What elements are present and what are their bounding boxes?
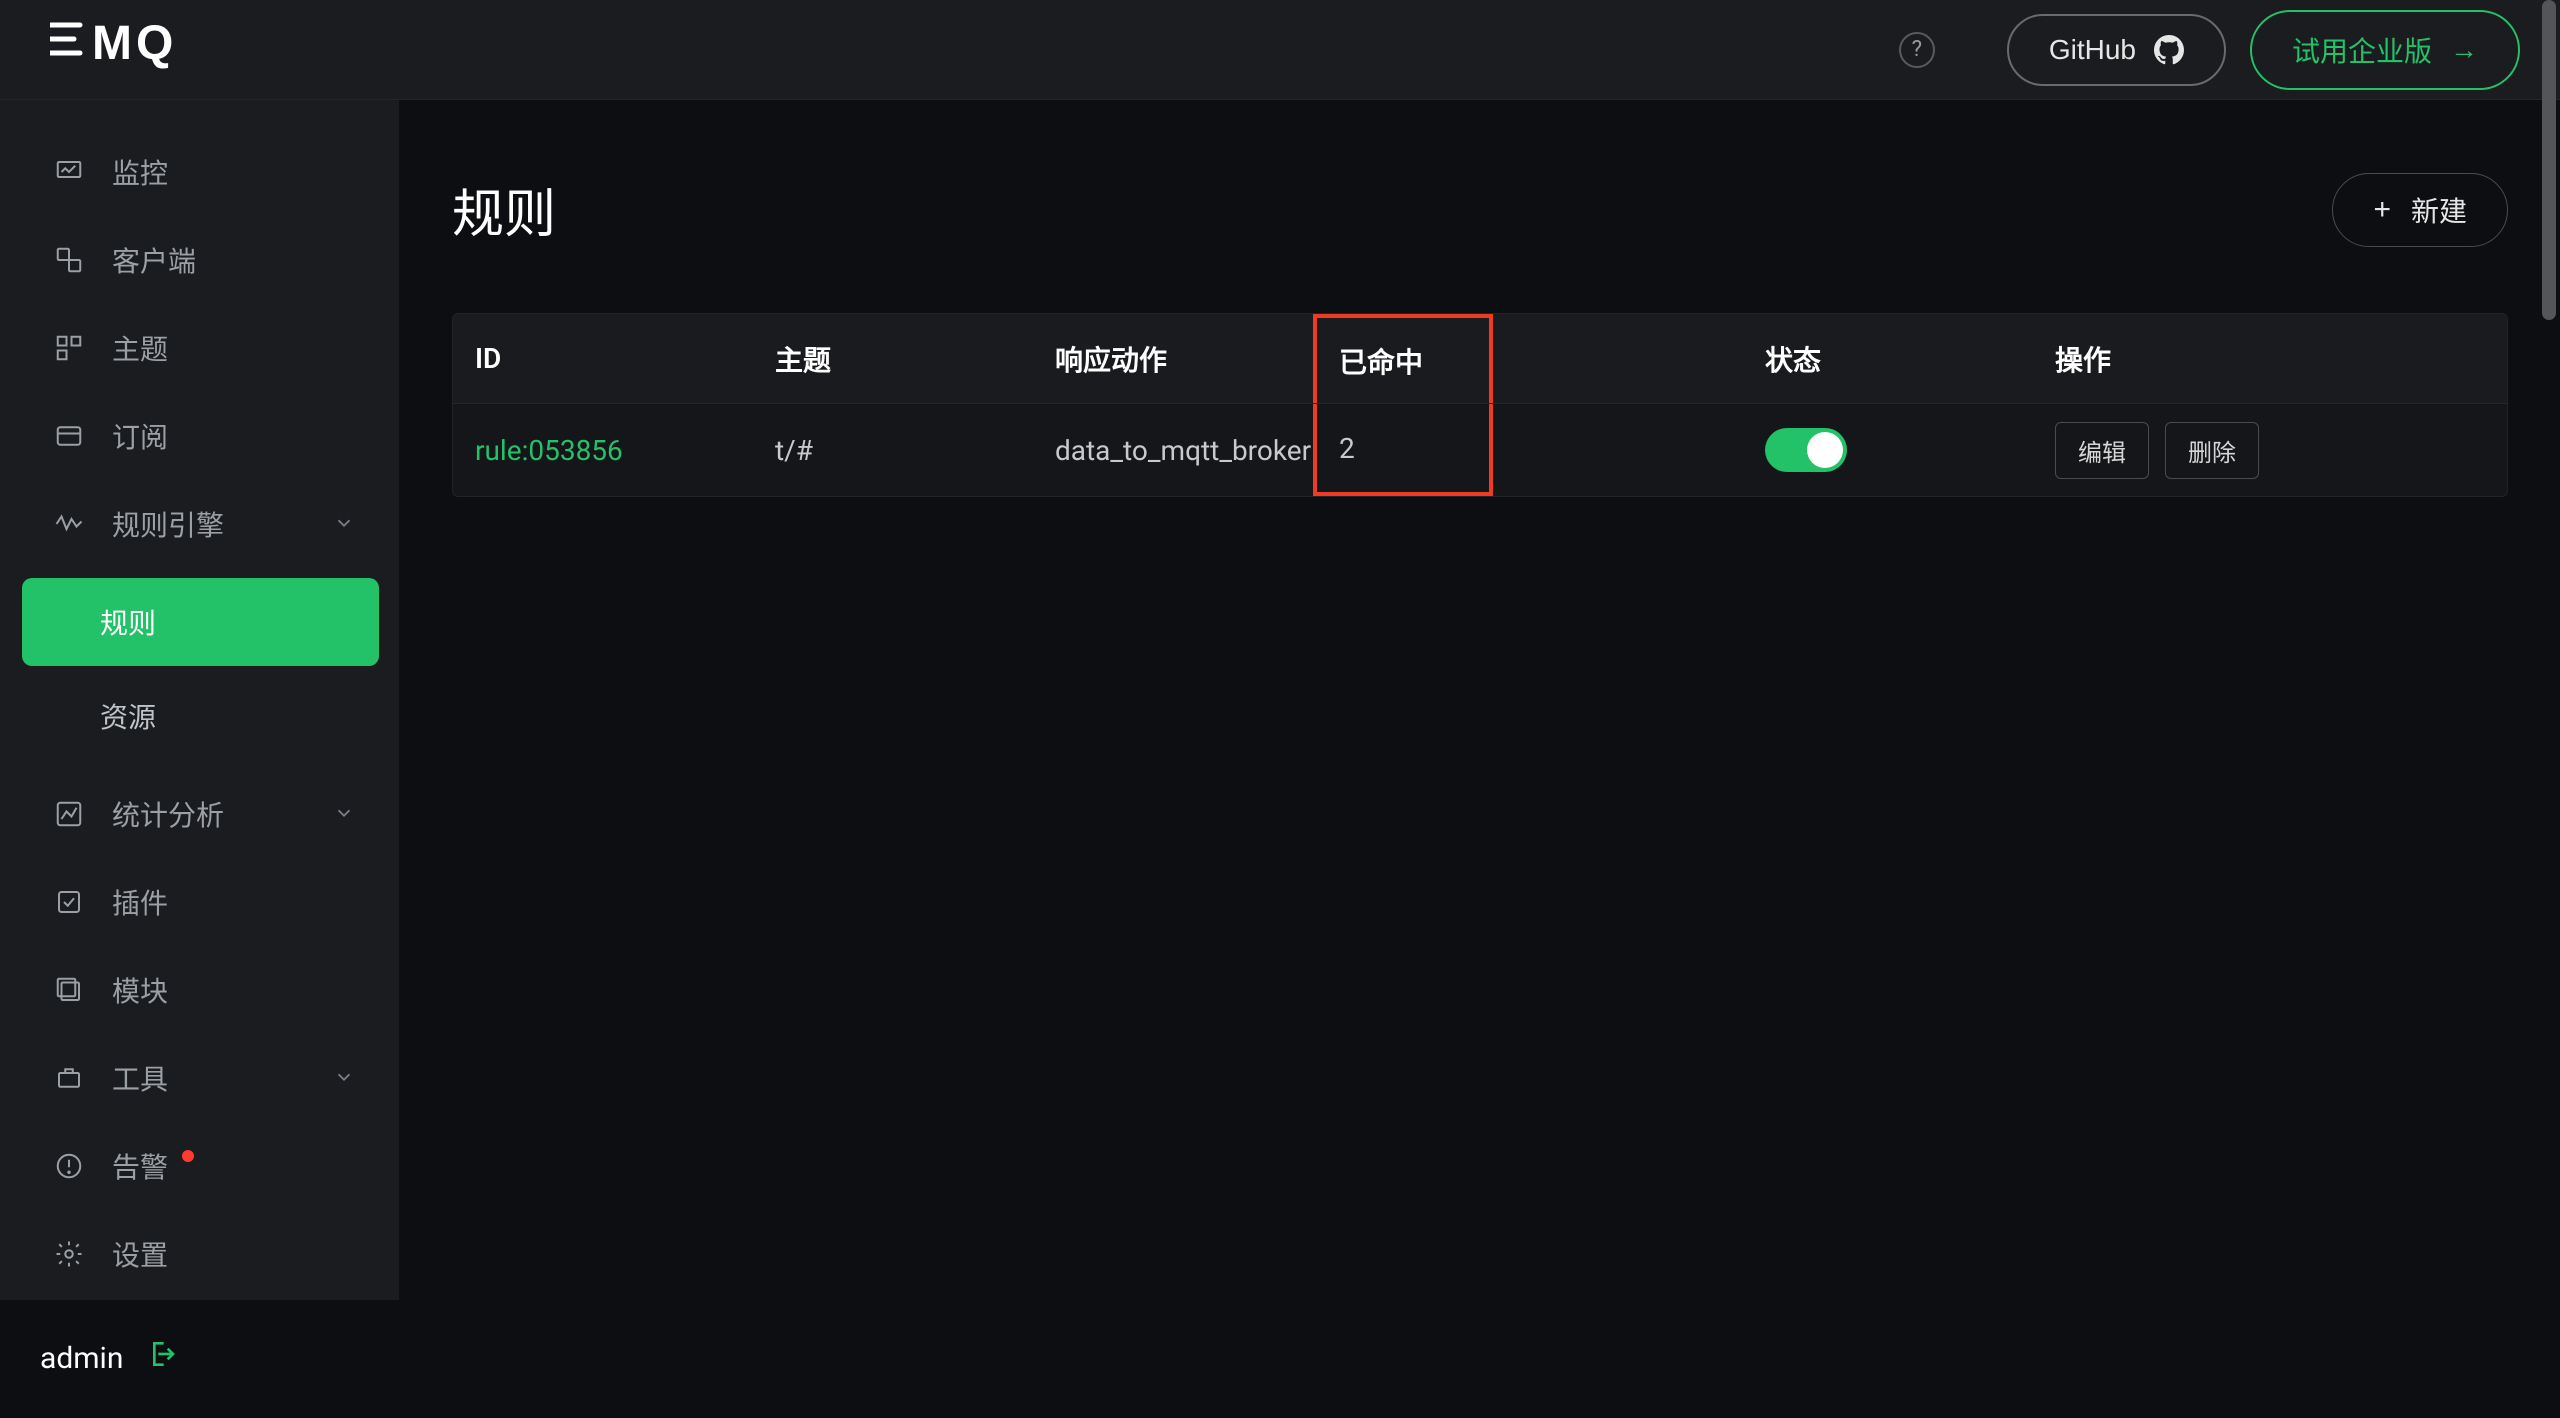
sidebar-item-settings[interactable]: 设置 xyxy=(0,1210,399,1298)
chevron-up-icon xyxy=(333,508,355,541)
edit-button[interactable]: 编辑 xyxy=(2055,422,2149,479)
plus-icon: + xyxy=(2373,195,2391,225)
rule-topic: t/# xyxy=(753,434,1033,467)
rule-hits: 2 xyxy=(1313,404,1493,496)
col-id: ID xyxy=(453,342,753,375)
sidebar-item-monitor[interactable]: 监控 xyxy=(0,128,399,216)
sidebar-item-topics[interactable]: 主题 xyxy=(0,304,399,392)
arrow-right-icon: → xyxy=(2450,34,2478,66)
topics-icon xyxy=(52,331,86,365)
sidebar-item-modules[interactable]: 模块 xyxy=(0,946,399,1034)
sidebar-item-label: 模块 xyxy=(112,970,168,1010)
sidebar-item-label: 插件 xyxy=(112,882,168,922)
col-action: 响应动作 xyxy=(1033,339,1313,379)
trial-label: 试用企业版 xyxy=(2292,30,2432,70)
sidebar-item-label: 客户端 xyxy=(112,240,196,280)
modules-icon xyxy=(52,973,86,1007)
sidebar-subitem-label: 资源 xyxy=(100,696,156,736)
rule-engine-subnav: 规则 资源 xyxy=(0,568,399,770)
sidebar-item-label: 规则引擎 xyxy=(112,504,224,544)
delete-button[interactable]: 删除 xyxy=(2165,422,2259,479)
sidebar-item-label: 订阅 xyxy=(112,416,168,456)
sidebar-item-tools[interactable]: 工具 xyxy=(0,1034,399,1122)
sidebar-item-label: 监控 xyxy=(112,152,168,192)
analytics-icon xyxy=(52,797,86,831)
create-label: 新建 xyxy=(2411,190,2467,230)
row-actions: 编辑 删除 xyxy=(2033,422,2507,479)
sidebar: 监控 客户端 主题 订阅 规则引擎 规则 xyxy=(0,100,400,1300)
sidebar-footer: admin xyxy=(0,1298,399,1418)
monitor-icon xyxy=(52,155,86,189)
sidebar-subitem-rule[interactable]: 规则 xyxy=(22,578,379,666)
sidebar-item-rule-engine[interactable]: 规则引擎 xyxy=(0,480,399,568)
github-label: GitHub xyxy=(2049,34,2136,66)
content: 规则 + 新建 ID 主题 响应动作 已命中 状态 操作 rule:0538 xyxy=(400,100,2560,1300)
tools-icon xyxy=(52,1061,86,1095)
sidebar-item-label: 工具 xyxy=(112,1058,168,1098)
sidebar-item-clients[interactable]: 客户端 xyxy=(0,216,399,304)
sidebar-item-label: 告警 xyxy=(112,1146,168,1186)
help-icon[interactable]: ? xyxy=(1899,32,1935,68)
vertical-scrollbar[interactable] xyxy=(2540,0,2558,1268)
col-hits: 已命中 xyxy=(1313,314,1493,403)
current-user: admin xyxy=(40,1341,123,1376)
col-ops: 操作 xyxy=(2033,339,2507,379)
create-button[interactable]: + 新建 xyxy=(2332,173,2508,247)
rule-engine-icon xyxy=(52,507,86,541)
gear-icon xyxy=(52,1237,86,1271)
table-row: rule:053856 t/# data_to_mqtt_broker 2 编辑… xyxy=(453,404,2507,496)
topbar: MQ ? GitHub 试用企业版 → xyxy=(0,0,2560,100)
github-button[interactable]: GitHub xyxy=(2007,14,2226,86)
plugins-icon xyxy=(52,885,86,919)
sidebar-item-analytics[interactable]: 统计分析 xyxy=(0,770,399,858)
sidebar-item-label: 统计分析 xyxy=(112,794,224,834)
rules-table: ID 主题 响应动作 已命中 状态 操作 rule:053856 t/# dat… xyxy=(452,313,2508,497)
table-header: ID 主题 响应动作 已命中 状态 操作 xyxy=(453,314,2507,404)
toggle-knob xyxy=(1807,432,1843,468)
trial-enterprise-button[interactable]: 试用企业版 → xyxy=(2250,10,2520,90)
scrollbar-thumb[interactable] xyxy=(2542,0,2556,320)
rule-action: data_to_mqtt_broker xyxy=(1033,434,1313,467)
sidebar-item-alerts[interactable]: 告警 xyxy=(0,1122,399,1210)
clients-icon xyxy=(52,243,86,277)
rule-id-link[interactable]: rule:053856 xyxy=(475,434,623,467)
chevron-down-icon xyxy=(333,1062,355,1095)
subscriptions-icon xyxy=(52,419,86,453)
alerts-icon xyxy=(52,1149,86,1183)
sidebar-subitem-resource[interactable]: 资源 xyxy=(22,672,379,760)
alert-badge-dot xyxy=(182,1150,194,1162)
page-header: 规则 + 新建 xyxy=(452,172,2508,247)
github-icon xyxy=(2154,35,2184,65)
sidebar-subitem-label: 规则 xyxy=(100,602,156,642)
sidebar-item-label: 设置 xyxy=(112,1234,168,1274)
svg-text:MQ: MQ xyxy=(92,17,177,69)
page-title: 规则 xyxy=(452,172,556,247)
col-status: 状态 xyxy=(1743,339,2033,379)
logout-icon[interactable] xyxy=(145,1338,177,1378)
chevron-down-icon xyxy=(333,798,355,831)
status-toggle[interactable] xyxy=(1765,428,1847,472)
sidebar-item-label: 主题 xyxy=(112,328,168,368)
sidebar-item-subscriptions[interactable]: 订阅 xyxy=(0,392,399,480)
brand-logo: MQ xyxy=(50,17,190,82)
sidebar-item-plugins[interactable]: 插件 xyxy=(0,858,399,946)
col-topic: 主题 xyxy=(753,339,1033,379)
